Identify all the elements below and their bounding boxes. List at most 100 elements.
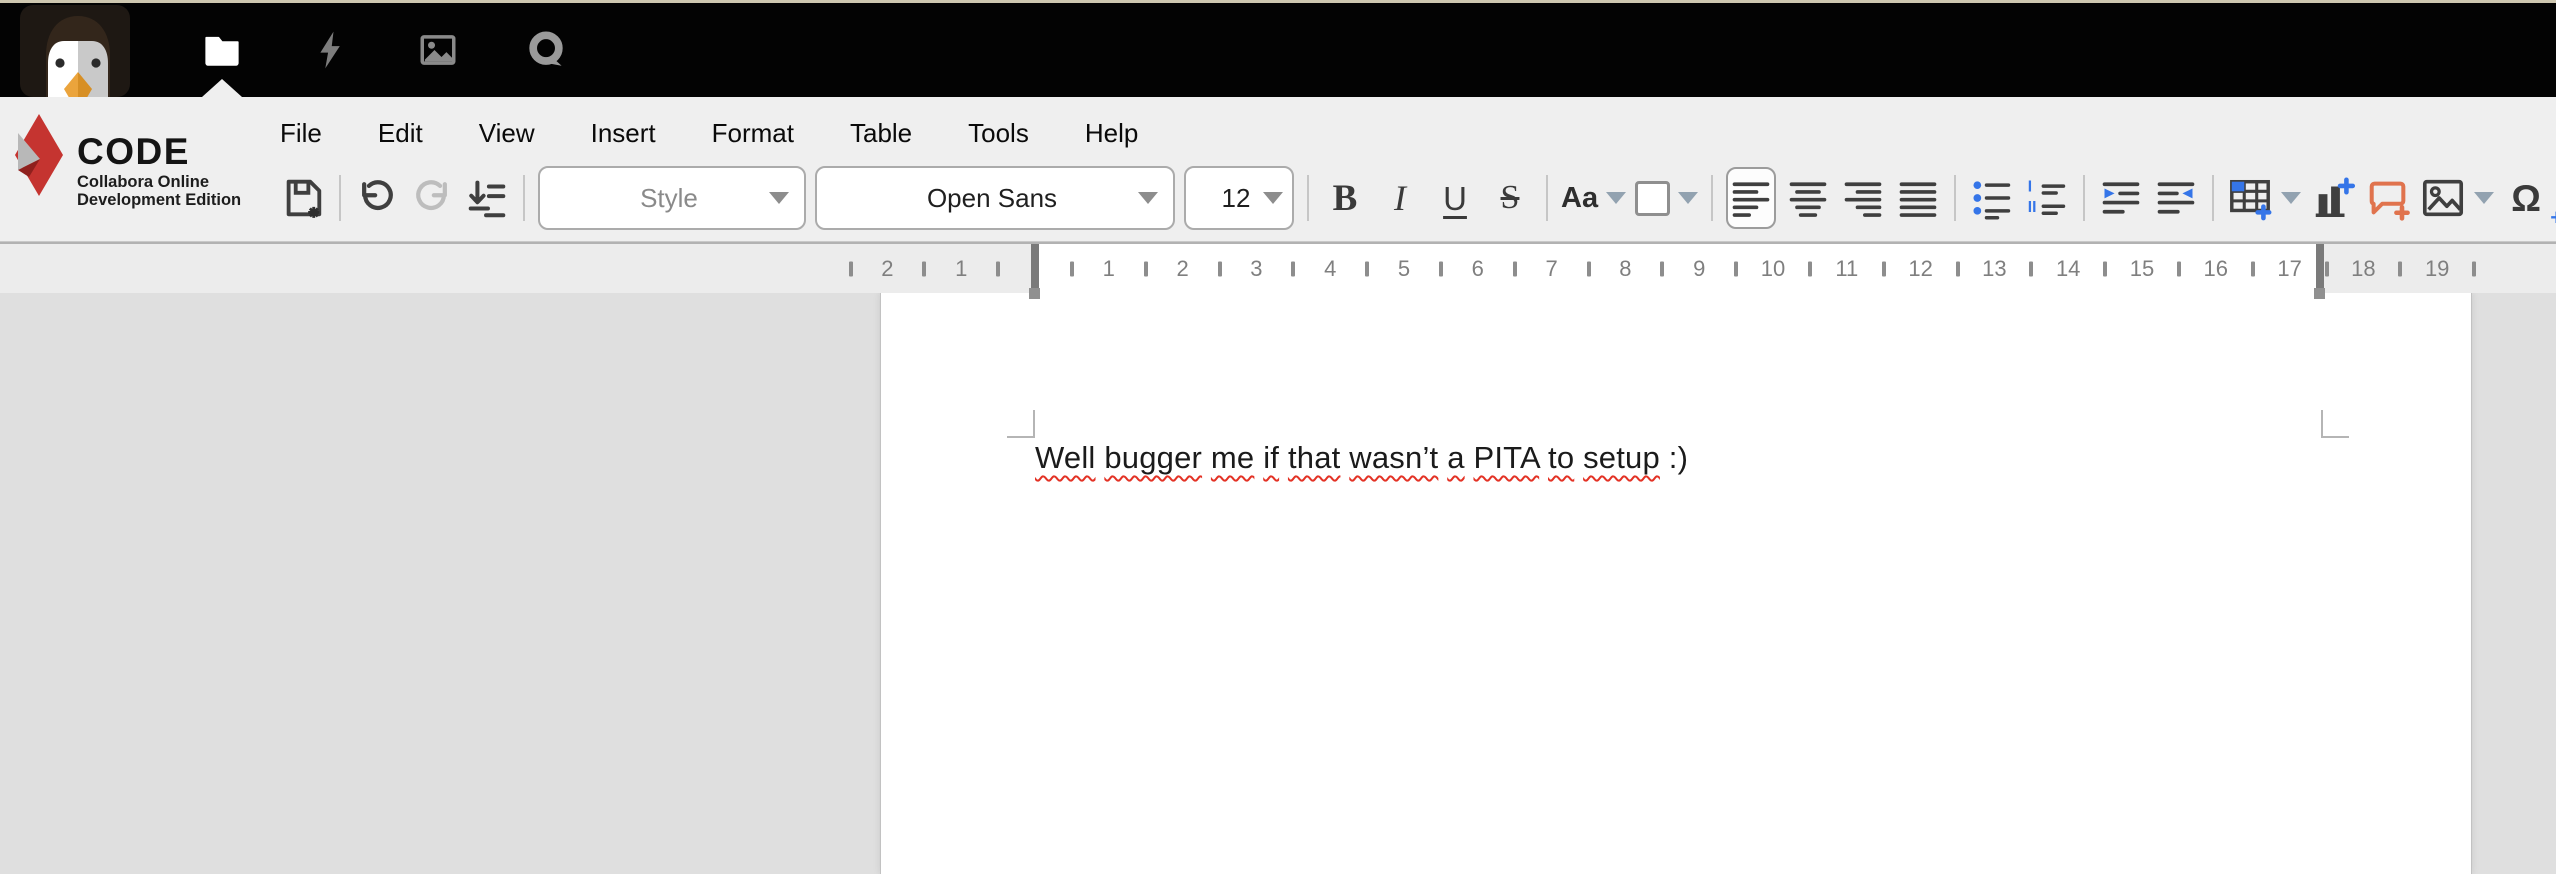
undo-button[interactable] [354,169,400,227]
ruler-tick [2472,261,2476,276]
toolbar-separator [1546,175,1548,221]
insert-comment-button[interactable] [2365,169,2411,227]
menu-view[interactable]: View [451,109,563,158]
underline-button[interactable]: U [1432,169,1478,227]
highlight-color-dropdown[interactable] [1635,169,1698,227]
horizontal-ruler: 2112345678910111213141516171819 [0,242,2556,293]
chevron-down-icon [1263,192,1283,204]
font-size-select[interactable]: 12 [1184,166,1294,230]
insert-table-icon [2227,175,2273,221]
editor-header: CODE Collabora Online Development Editio… [0,97,2556,242]
menu-tools[interactable]: Tools [940,109,1057,158]
ruler-number: 17 [2277,256,2301,282]
chevron-down-icon [2474,192,2494,204]
italic-button[interactable]: I [1377,169,1423,227]
photos-app-button[interactable] [384,3,492,97]
ruler-tick [1144,261,1148,276]
decrease-indent-icon [2154,176,2198,220]
menu-edit[interactable]: Edit [350,109,451,158]
paragraph-text[interactable]: Well bugger me if that wasn’t a PITA to … [1035,440,1688,476]
redo-icon [410,176,454,220]
word: wasn’t [1349,440,1438,475]
ruler-number: 3 [1250,256,1262,282]
ruler-number: 7 [1545,256,1557,282]
penguin-avatar[interactable] [20,5,130,97]
ruler-tick [849,261,853,276]
toolbar-separator [1307,175,1309,221]
active-app-notch [202,79,242,97]
redo-button[interactable] [409,169,455,227]
app-topbar [0,3,2556,97]
increase-indent-button[interactable] [2098,169,2144,227]
ruler-tick [1660,261,1664,276]
right-indent-handle[interactable] [2314,288,2325,299]
menu-format[interactable]: Format [684,109,822,158]
ruler-number: 1 [1103,256,1115,282]
bullet-list-button[interactable] [1969,169,2015,227]
document-repair-button[interactable] [464,169,510,227]
save-button[interactable] [280,169,326,227]
ruler-number: 19 [2425,256,2449,282]
ruler-number: 16 [2204,256,2228,282]
menu-table[interactable]: Table [822,109,940,158]
left-margin-bar[interactable] [1031,244,1039,293]
word: setup [1583,440,1660,475]
brand-title: CODE [77,133,241,171]
lightning-icon [309,29,351,71]
align-left-button[interactable] [1726,167,1776,229]
menu-insert[interactable]: Insert [563,109,684,158]
ruler-tick [1882,261,1886,276]
insert-table-dropdown[interactable] [2227,169,2301,227]
word: if [1263,440,1279,475]
ruler-tick [2029,261,2033,276]
ruler-tick [2325,261,2329,276]
photos-icon [417,29,459,71]
word: bugger [1104,440,1202,475]
align-center-button[interactable] [1785,169,1831,227]
menu-file[interactable]: File [252,109,350,158]
talk-app-button[interactable] [492,3,600,97]
ruler-number: 13 [1982,256,2006,282]
menu-help[interactable]: Help [1057,109,1166,158]
q-bubble-icon [524,28,568,72]
insert-image-dropdown[interactable] [2420,169,2494,227]
align-center-icon [1786,176,1830,220]
word: to [1548,440,1574,475]
character-format-dropdown[interactable]: Aa [1561,169,1626,227]
document-page[interactable]: Well bugger me if that wasn’t a PITA to … [880,293,2472,874]
insert-special-character-button[interactable]: Ω + [2503,169,2549,227]
ruler-tick [996,261,1000,276]
paragraph-style-value: Style [540,183,804,214]
ruler-number: 4 [1324,256,1336,282]
ruler-tick [2398,261,2402,276]
ruler-number: 10 [1761,256,1785,282]
insert-chart-button[interactable] [2310,169,2356,227]
chevron-down-icon [1678,192,1698,204]
omega-icon: Ω [2511,180,2541,217]
decrease-indent-button[interactable] [2153,169,2199,227]
align-right-button[interactable] [1840,169,1886,227]
activity-app-button[interactable] [276,3,384,97]
ruler-tick [2177,261,2181,276]
chevron-down-icon [2281,192,2301,204]
numbered-list-button[interactable]: I II [2024,169,2070,227]
files-app-button[interactable] [168,3,276,97]
right-margin-bar[interactable] [2316,244,2324,293]
paragraph-style-select[interactable]: Style [538,166,806,230]
left-indent-handle[interactable] [1029,288,1040,299]
ruler-number: 1 [955,256,967,282]
brand-subtitle-line2: Development Edition [77,192,241,210]
svg-text:I: I [2028,179,2032,196]
ruler-tick [1587,261,1591,276]
ruler-number: 9 [1693,256,1705,282]
font-name-select[interactable]: Open Sans [815,166,1175,230]
align-justify-button[interactable] [1895,169,1941,227]
ruler-tick [1439,261,1443,276]
strikethrough-button[interactable]: S [1487,169,1533,227]
align-right-icon [1841,176,1885,220]
save-icon [280,175,326,221]
strikethrough-label: S [1501,181,1520,215]
bold-button[interactable]: B [1322,169,1368,227]
align-justify-icon [1896,176,1940,220]
plus-icon: + [2550,205,2556,231]
